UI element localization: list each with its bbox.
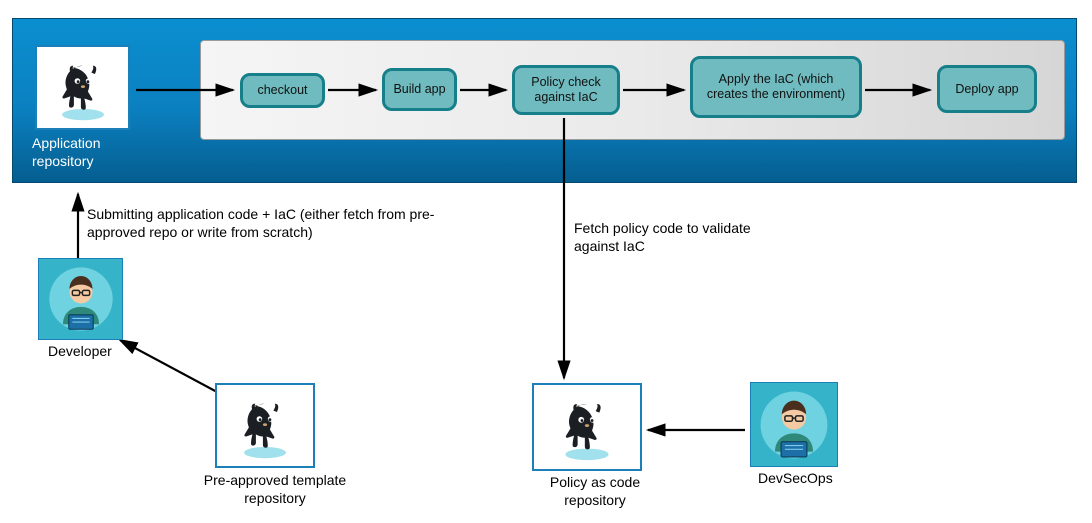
template-repo-box bbox=[215, 383, 315, 468]
template-repo-label: Pre-approved template repository bbox=[200, 472, 350, 507]
node-checkout: checkout bbox=[240, 73, 325, 108]
node-apply-iac-label: Apply the IaC (which creates the environ… bbox=[699, 72, 853, 102]
node-checkout-label: checkout bbox=[257, 83, 307, 98]
node-deploy: Deploy app bbox=[937, 65, 1037, 113]
developer-avatar bbox=[38, 258, 123, 340]
application-repo-box bbox=[35, 45, 130, 130]
node-policy-check: Policy check against IaC bbox=[512, 65, 620, 115]
devsecops-icon bbox=[756, 387, 832, 463]
pipeline-panel bbox=[200, 40, 1065, 140]
developer-label: Developer bbox=[48, 343, 112, 361]
github-icon bbox=[551, 391, 623, 463]
policy-repo-box bbox=[532, 383, 642, 471]
submit-text: Submitting application code + IaC (eithe… bbox=[87, 206, 477, 241]
devsecops-avatar bbox=[750, 382, 838, 467]
developer-icon bbox=[45, 263, 117, 335]
github-icon bbox=[48, 53, 118, 123]
app-repo-label: Application repository bbox=[32, 135, 142, 170]
node-deploy-label: Deploy app bbox=[955, 82, 1018, 97]
node-policy-check-label: Policy check against IaC bbox=[521, 75, 611, 105]
node-apply-iac: Apply the IaC (which creates the environ… bbox=[690, 56, 862, 118]
node-build-label: Build app bbox=[393, 82, 445, 97]
fetch-policy-text: Fetch policy code to validate against Ia… bbox=[574, 220, 774, 255]
github-icon bbox=[230, 391, 300, 461]
node-build: Build app bbox=[382, 68, 457, 111]
policy-repo-label: Policy as code repository bbox=[540, 474, 650, 509]
devsecops-label: DevSecOps bbox=[758, 470, 833, 488]
